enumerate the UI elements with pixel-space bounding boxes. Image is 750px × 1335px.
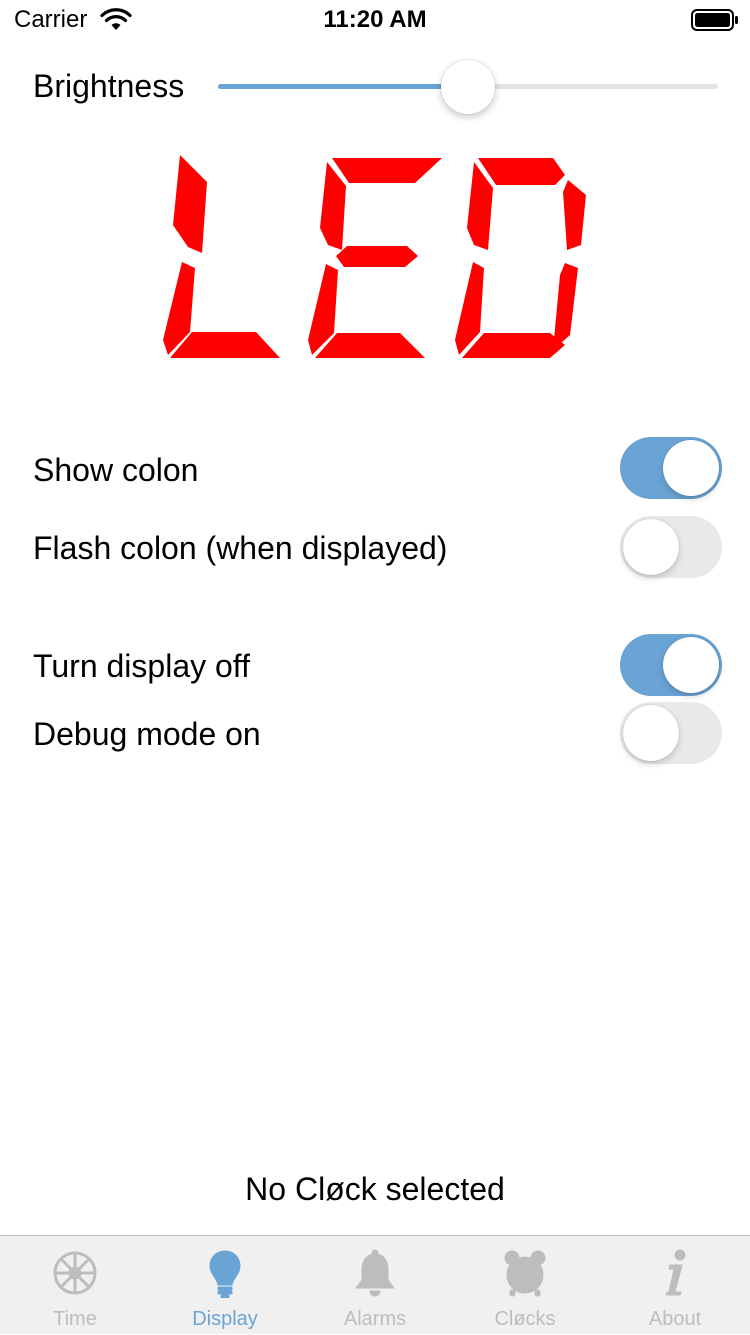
tab-clocks[interactable]: Cløcks xyxy=(450,1236,600,1335)
slider-fill xyxy=(218,84,468,89)
led-letter-e xyxy=(308,158,442,358)
battery-icon xyxy=(691,9,738,31)
tab-label: Cløcks xyxy=(494,1308,556,1330)
toggle-knob xyxy=(623,705,679,761)
clock-time: 11:20 AM xyxy=(323,6,427,33)
debug-mode-toggle[interactable] xyxy=(620,702,722,764)
turn-display-off-label: Turn display off xyxy=(33,648,250,684)
toggle-knob xyxy=(663,440,719,496)
brightness-label: Brightness xyxy=(33,68,185,104)
tab-time[interactable]: Time xyxy=(0,1236,150,1335)
tab-label: Time xyxy=(53,1308,97,1330)
lightbulb-icon xyxy=(209,1250,241,1298)
flash-colon-label: Flash colon (when displayed) xyxy=(33,530,448,566)
tab-alarms[interactable]: Alarms xyxy=(300,1236,450,1335)
flash-colon-toggle[interactable] xyxy=(620,516,722,578)
toggle-knob xyxy=(623,519,679,575)
show-colon-toggle[interactable] xyxy=(620,437,722,499)
tab-label: Display xyxy=(192,1308,258,1330)
led-preview xyxy=(163,155,586,358)
status-bar: Carrier 11:20 AM xyxy=(0,0,750,40)
tab-bar: Time Display Alarms Cløcks About xyxy=(0,1235,750,1334)
led-letter-l xyxy=(163,155,280,358)
turn-display-off-toggle[interactable] xyxy=(620,634,722,696)
tab-about[interactable]: About xyxy=(600,1236,750,1335)
show-colon-label: Show colon xyxy=(33,452,199,488)
debug-mode-label: Debug mode on xyxy=(33,716,261,752)
gear-icon xyxy=(53,1251,97,1295)
bell-icon xyxy=(355,1249,395,1297)
no-clock-selected-label: No Cløck selected xyxy=(245,1171,505,1207)
brightness-slider[interactable] xyxy=(218,60,718,114)
toggle-knob xyxy=(663,637,719,693)
tab-display[interactable]: Display xyxy=(150,1236,300,1335)
tab-label: Alarms xyxy=(343,1308,407,1330)
tab-label: About xyxy=(648,1308,702,1330)
alarm-clock-icon xyxy=(504,1250,546,1297)
led-letter-d xyxy=(455,158,586,358)
info-icon xyxy=(665,1249,686,1296)
slider-thumb[interactable] xyxy=(441,60,495,114)
